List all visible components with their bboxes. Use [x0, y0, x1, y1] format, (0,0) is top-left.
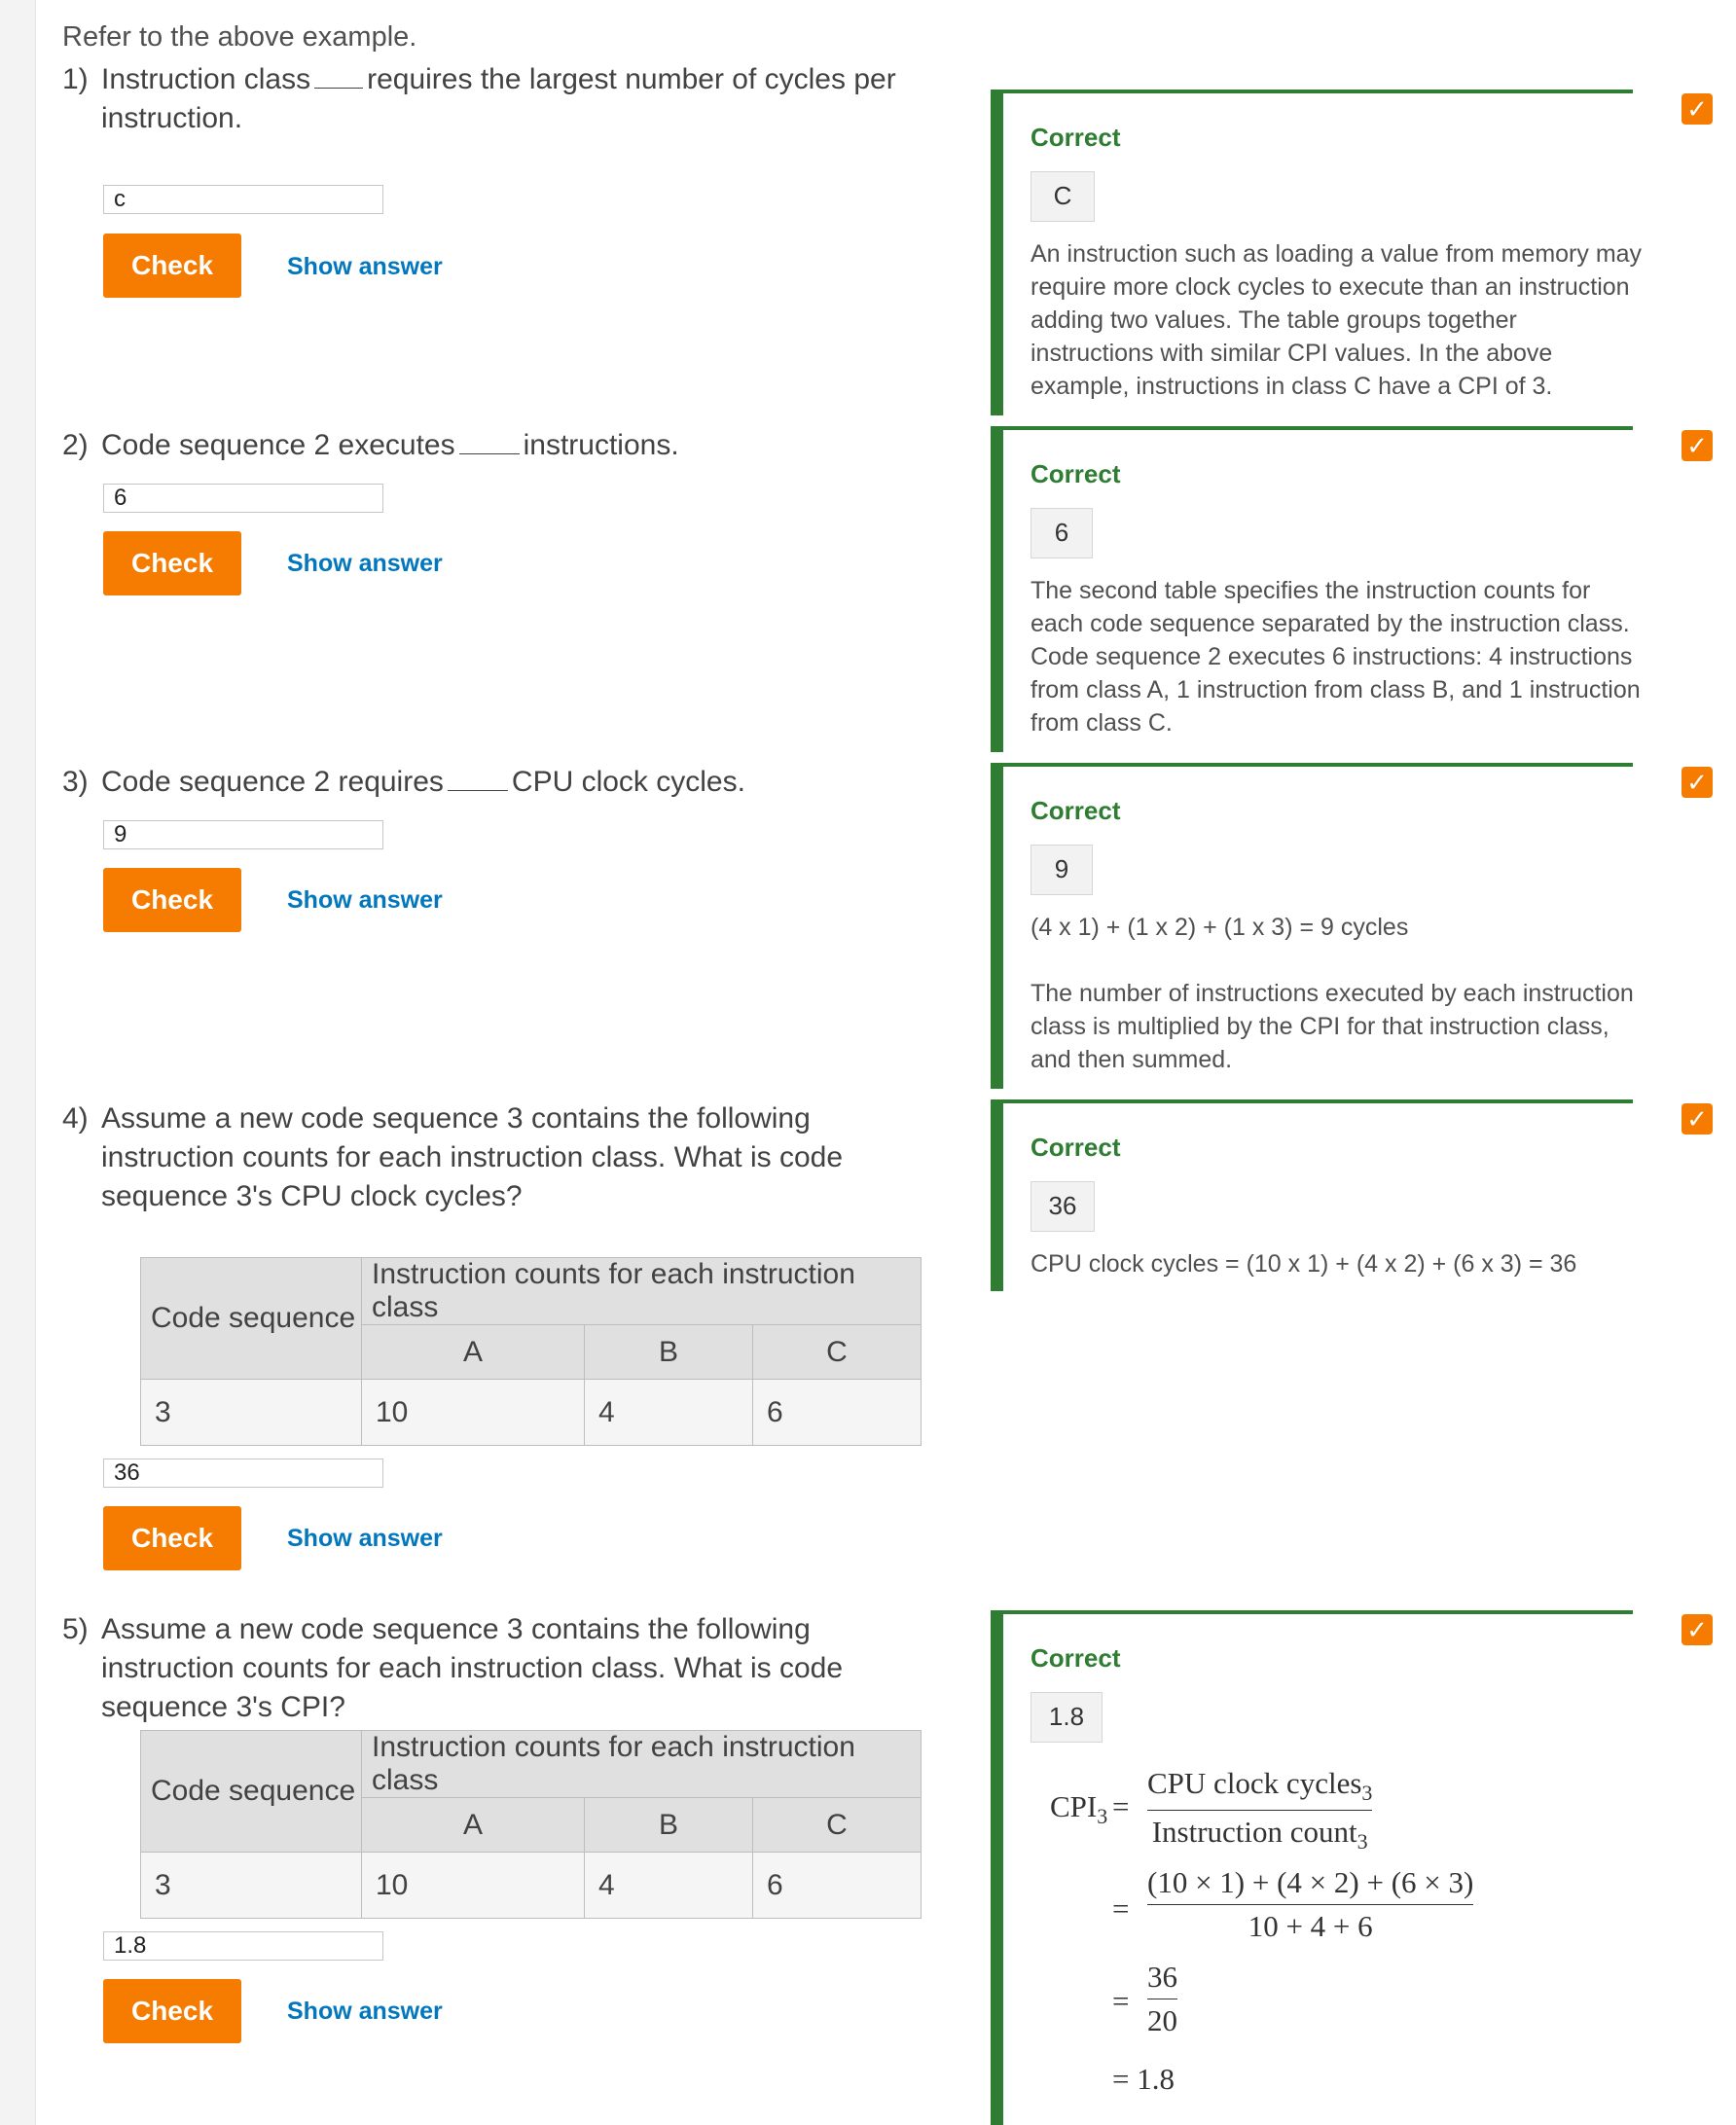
instruction-count-table-4: Code sequence Instruction counts for eac… [140, 1257, 922, 1446]
answer-panel-1: Correct C An instruction such as loading… [991, 90, 1642, 415]
answer-panel-5: Correct 1.8 CPI3 = CPU clock cycles3 Ins… [991, 1610, 1633, 2125]
table-header-group: Instruction counts for each instruction … [361, 1730, 922, 1798]
question-3: 3) Code sequence 2 requires CPU clock cyc… [62, 763, 919, 802]
fraction-numeric: 36 20 [1147, 1960, 1177, 2037]
table-header-class-c: C [752, 1797, 922, 1853]
answer-panel-3: Correct 9 (4 x 1) + (1 x 2) + (1 x 3) = … [991, 763, 1634, 1089]
check-button-4[interactable]: Check [103, 1506, 241, 1570]
show-answer-link-4[interactable]: Show answer [287, 1525, 443, 1553]
table-header-code-sequence: Code sequence [140, 1257, 362, 1380]
instruction-count-table-5: Code sequence Instruction counts for eac… [140, 1730, 922, 1919]
explanation: CPU clock cycles = (10 x 1) + (4 x 2) + … [1031, 1250, 1577, 1278]
question-number: 2) [62, 429, 89, 461]
table-cell: 6 [752, 1379, 922, 1446]
question-3-text: 3) Code sequence 2 requires CPU clock cyc… [62, 763, 919, 802]
explanation: An instruction such as loading a value f… [1031, 240, 1643, 400]
table-cell: 4 [584, 1852, 753, 1919]
check-button-3[interactable]: Check [103, 868, 241, 932]
correct-label: Correct [1031, 1643, 1121, 1673]
question-number: 5) [62, 1613, 89, 1645]
question-1-text: 1) Instruction class requires the largest… [62, 60, 919, 138]
table-header-class-c: C [752, 1324, 922, 1380]
explanation: The number of instructions executed by e… [1031, 980, 1634, 1073]
blank [447, 767, 508, 791]
correct-answer-box: 6 [1031, 508, 1093, 558]
correct-answer-box: C [1031, 171, 1095, 222]
checkmark-icon: ✓ [1682, 430, 1713, 461]
check-button-2[interactable]: Check [103, 531, 241, 595]
question-number: 1) [62, 63, 89, 95]
show-answer-link-5[interactable]: Show answer [287, 1998, 443, 2026]
question-number: 4) [62, 1102, 89, 1135]
question-4: 4) Assume a new code sequence 3 contains… [62, 1099, 919, 1216]
correct-label: Correct [1031, 459, 1121, 488]
check-button-1[interactable]: Check [103, 234, 241, 298]
question-5: 5) Assume a new code sequence 3 contains… [62, 1610, 919, 1727]
table-header-group: Instruction counts for each instruction … [361, 1257, 922, 1325]
question-4-text: 4) Assume a new code sequence 3 contains… [62, 1099, 919, 1216]
equals-sign: = [1112, 1789, 1130, 1823]
blank [458, 430, 520, 454]
question-2: 2) Code sequence 2 executes instructions. [62, 426, 919, 465]
show-answer-link-1[interactable]: Show answer [287, 253, 443, 281]
equals-sign: = [1112, 1891, 1130, 1926]
answer-input-1[interactable] [103, 185, 383, 214]
question-5-text: 5) Assume a new code sequence 3 contains… [62, 1610, 919, 1727]
answer-input-2[interactable] [103, 484, 383, 513]
explanation-formula: (4 x 1) + (1 x 2) + (1 x 3) = 9 cycles [1031, 914, 1409, 941]
show-answer-link-2[interactable]: Show answer [287, 550, 443, 578]
correct-answer-box: 1.8 [1031, 1692, 1103, 1743]
equals-sign: = [1112, 1984, 1130, 2018]
question-number: 3) [62, 766, 89, 798]
left-gutter [0, 0, 36, 2125]
checkmark-icon: ✓ [1682, 93, 1713, 125]
answer-input-4[interactable] [103, 1459, 383, 1488]
table-cell: 10 [361, 1379, 585, 1446]
answer-panel-4: Correct 36 CPU clock cycles = (10 x 1) +… [991, 1099, 1633, 1291]
correct-label: Correct [1031, 123, 1121, 152]
table-cell: 3 [140, 1379, 362, 1446]
table-header-code-sequence: Code sequence [140, 1730, 362, 1853]
answer-input-5[interactable] [103, 1931, 383, 1961]
question-1: 1) Instruction class requires the largest… [62, 60, 919, 138]
fraction-cycles-over-count: CPU clock cycles3 Instruction count3 [1147, 1766, 1373, 1855]
cpi-lhs: CPI3 [1050, 1789, 1108, 1829]
table-cell: 3 [140, 1852, 362, 1919]
table-header-class-b: B [584, 1324, 753, 1380]
cpi-result: = 1.8 [1112, 2062, 1175, 2096]
checkmark-icon: ✓ [1682, 767, 1713, 798]
table-cell: 4 [584, 1379, 753, 1446]
check-button-5[interactable]: Check [103, 1979, 241, 2043]
correct-label: Correct [1031, 1133, 1121, 1162]
correct-answer-box: 36 [1031, 1181, 1095, 1232]
answer-panel-2: Correct 6 The second table specifies the… [991, 426, 1641, 752]
blank [314, 64, 364, 89]
table-header-class-a: A [361, 1324, 585, 1380]
show-answer-link-3[interactable]: Show answer [287, 886, 443, 915]
table-header-class-b: B [584, 1797, 753, 1853]
table-header-class-a: A [361, 1797, 585, 1853]
table-cell: 6 [752, 1852, 922, 1919]
table-cell: 10 [361, 1852, 585, 1919]
explanation: The second table specifies the instructi… [1031, 577, 1641, 737]
intro-text: Refer to the above example. [62, 21, 417, 53]
answer-input-3[interactable] [103, 820, 383, 849]
question-2-text: 2) Code sequence 2 executes instructions. [62, 426, 919, 465]
correct-label: Correct [1031, 796, 1121, 825]
checkmark-icon: ✓ [1682, 1614, 1713, 1645]
checkmark-icon: ✓ [1682, 1103, 1713, 1135]
correct-answer-box: 9 [1031, 845, 1093, 895]
fraction-expanded: (10 × 1) + (4 × 2) + (6 × 3) 10 + 4 + 6 [1147, 1865, 1474, 1943]
